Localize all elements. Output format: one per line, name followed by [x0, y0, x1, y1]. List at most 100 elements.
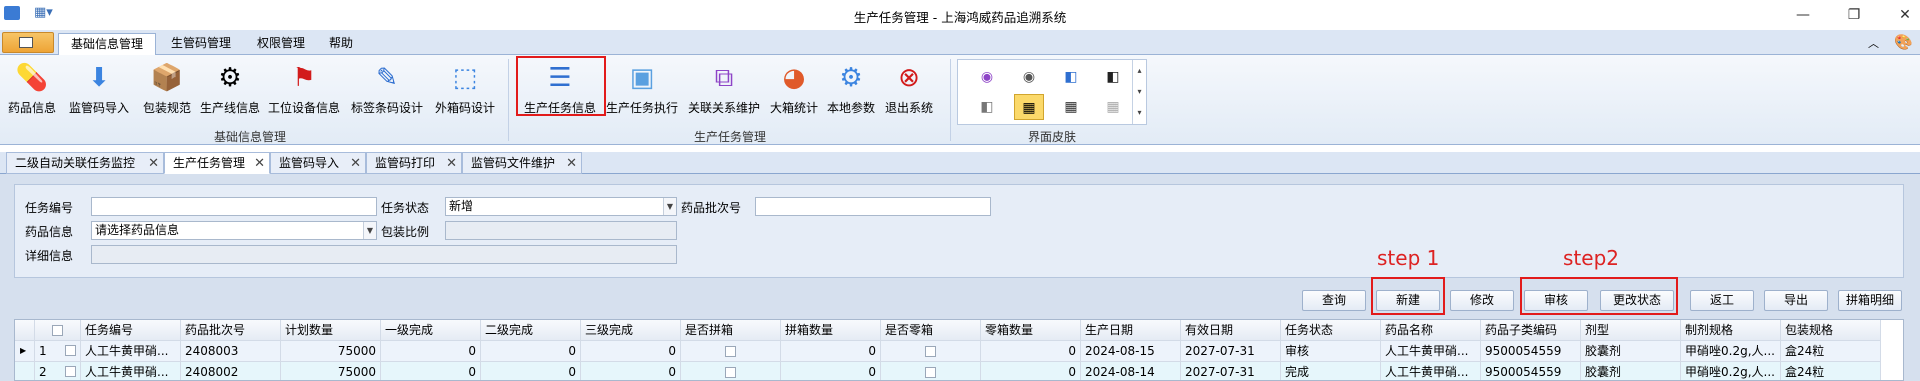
- table-cell[interactable]: 0: [581, 362, 681, 380]
- close-tab-icon[interactable]: ✕: [148, 153, 159, 174]
- table-cell[interactable]: [881, 362, 981, 380]
- doctab-code-print[interactable]: 监管码打印 ✕: [366, 152, 462, 174]
- relation-maintain-button[interactable]: ⧉ 关联关系维护: [684, 59, 764, 129]
- column-header[interactable]: 制剂规格: [1681, 320, 1781, 341]
- tab-permissions[interactable]: 权限管理: [246, 33, 316, 55]
- skin-option-5[interactable]: ◧: [972, 94, 1002, 120]
- cell-checkbox[interactable]: [925, 346, 936, 357]
- close-tab-icon[interactable]: ✕: [566, 153, 577, 174]
- table-cell[interactable]: [681, 341, 781, 362]
- table-cell[interactable]: 甲硝唑0.2g,人...: [1681, 362, 1781, 380]
- skin-option-4[interactable]: ◧: [1098, 64, 1128, 90]
- minimize-button[interactable]: —: [1790, 4, 1816, 26]
- doctab-task-management[interactable]: 生产任务管理 ✕: [164, 152, 270, 174]
- column-header[interactable]: 有效日期: [1181, 320, 1281, 341]
- label-design-button[interactable]: ✎ 标签条码设计: [346, 59, 428, 129]
- cell-checkbox[interactable]: [725, 346, 736, 357]
- table-cell[interactable]: 完成: [1281, 362, 1381, 380]
- select-all-checkbox[interactable]: [52, 325, 63, 336]
- skin-option-1[interactable]: ◉: [972, 64, 1002, 90]
- doctab-auto-link-monitor[interactable]: 二级自动关联任务监控 ✕: [6, 152, 164, 174]
- column-header[interactable]: 包装规格: [1781, 320, 1881, 341]
- gallery-scroll[interactable]: ▴ ▾ ▾: [1132, 60, 1146, 124]
- table-cell[interactable]: 0: [981, 362, 1081, 380]
- column-header[interactable]: 药品子类编码: [1481, 320, 1581, 341]
- table-cell[interactable]: 盒24粒: [1781, 362, 1881, 380]
- skin-option-2[interactable]: ◉: [1014, 64, 1044, 90]
- restore-button[interactable]: ❐: [1841, 4, 1867, 26]
- row-indicator[interactable]: ▶: [15, 341, 35, 362]
- close-tab-icon[interactable]: ✕: [446, 153, 457, 174]
- skin-gallery[interactable]: ◉ ◉ ◧ ◧ ◧ ▦ ▦ ▦ ▴ ▾ ▾: [957, 59, 1147, 125]
- table-cell[interactable]: 2027-07-31: [1181, 362, 1281, 380]
- row-checkbox[interactable]: [65, 345, 76, 356]
- table-cell[interactable]: 人工牛黄甲硝...: [1381, 362, 1481, 380]
- column-header[interactable]: 药品名称: [1381, 320, 1481, 341]
- pack-spec-button[interactable]: 📦 包装规范: [138, 59, 196, 129]
- task-status-select[interactable]: 新增 ▼: [445, 197, 677, 216]
- local-params-button[interactable]: ⚙ 本地参数: [824, 59, 878, 129]
- column-header[interactable]: 任务状态: [1281, 320, 1381, 341]
- skin-option-8[interactable]: ▦: [1098, 94, 1128, 120]
- table-cell[interactable]: 审核: [1281, 341, 1381, 362]
- table-cell[interactable]: 0: [981, 341, 1081, 362]
- doctab-code-import[interactable]: 监管码导入 ✕: [270, 152, 366, 174]
- table-cell[interactable]: 0: [481, 362, 581, 380]
- table-cell[interactable]: 9500054559: [1481, 362, 1581, 380]
- table-cell[interactable]: 盒24粒: [1781, 341, 1881, 362]
- skin-option-3[interactable]: ◧: [1056, 64, 1086, 90]
- table-cell[interactable]: 2408002: [181, 362, 281, 380]
- select-all-cell[interactable]: [35, 320, 81, 341]
- column-header[interactable]: 是否拼箱: [681, 320, 781, 341]
- task-no-input[interactable]: [91, 197, 377, 216]
- table-cell[interactable]: [881, 341, 981, 362]
- close-tab-icon[interactable]: ✕: [254, 153, 265, 174]
- tab-basic-info[interactable]: 基础信息管理: [58, 33, 156, 55]
- table-cell[interactable]: 0: [781, 341, 881, 362]
- table-cell[interactable]: 人工牛黄甲硝...: [81, 362, 181, 380]
- column-header[interactable]: 剂型: [1581, 320, 1681, 341]
- column-header[interactable]: 三级完成: [581, 320, 681, 341]
- table-cell[interactable]: 75000: [281, 341, 381, 362]
- table-cell[interactable]: 0: [381, 362, 481, 380]
- drug-info-select[interactable]: 请选择药品信息 ▼: [91, 221, 377, 240]
- table-cell[interactable]: 2408003: [181, 341, 281, 362]
- table-cell[interactable]: 人工牛黄甲硝...: [81, 341, 181, 362]
- table-cell[interactable]: [681, 362, 781, 380]
- table-cell[interactable]: 75000: [281, 362, 381, 380]
- chevron-down-icon[interactable]: ▼: [663, 198, 676, 215]
- code-import-button[interactable]: ⬇ 监管码导入: [64, 59, 134, 129]
- column-header[interactable]: 药品批次号: [181, 320, 281, 341]
- batch-input[interactable]: [755, 197, 991, 216]
- exit-system-button[interactable]: ⊗ 退出系统: [882, 59, 936, 129]
- table-cell[interactable]: 胶囊剂: [1581, 362, 1681, 380]
- ribbon-collapse-icon[interactable]: ︿: [1868, 35, 1879, 51]
- outer-box-design-button[interactable]: ⬚ 外箱码设计: [432, 59, 498, 129]
- column-header[interactable]: 任务编号: [81, 320, 181, 341]
- skin-palette-icon[interactable]: 🎨: [1894, 33, 1913, 51]
- column-header[interactable]: 一级完成: [381, 320, 481, 341]
- row-checkbox[interactable]: [65, 366, 76, 377]
- column-header[interactable]: 计划数量: [281, 320, 381, 341]
- rework-button[interactable]: 返工: [1690, 290, 1754, 311]
- app-menu-button[interactable]: [2, 32, 54, 53]
- cell-checkbox[interactable]: [925, 367, 936, 378]
- column-header[interactable]: 二级完成: [481, 320, 581, 341]
- modify-button[interactable]: 修改: [1450, 290, 1514, 311]
- table-cell[interactable]: 0: [781, 362, 881, 380]
- doctab-code-file[interactable]: 监管码文件维护 ✕: [462, 152, 582, 174]
- export-button[interactable]: 导出: [1764, 290, 1828, 311]
- skin-option-7[interactable]: ▦: [1056, 94, 1086, 120]
- column-header[interactable]: 零箱数量: [981, 320, 1081, 341]
- pack-detail-button[interactable]: 拼箱明细: [1838, 290, 1902, 311]
- row-indicator[interactable]: [15, 362, 35, 380]
- query-button[interactable]: 查询: [1302, 290, 1366, 311]
- table-cell[interactable]: 0: [481, 341, 581, 362]
- skin-option-6-selected[interactable]: ▦: [1014, 94, 1044, 120]
- column-header[interactable]: 生产日期: [1081, 320, 1181, 341]
- table-cell[interactable]: 2024-08-15: [1081, 341, 1181, 362]
- station-device-button[interactable]: ⚑ 工位设备信息: [266, 59, 342, 129]
- cell-checkbox[interactable]: [725, 367, 736, 378]
- table-cell[interactable]: 0: [381, 341, 481, 362]
- task-execute-button[interactable]: ▣ 生产任务执行: [604, 59, 680, 129]
